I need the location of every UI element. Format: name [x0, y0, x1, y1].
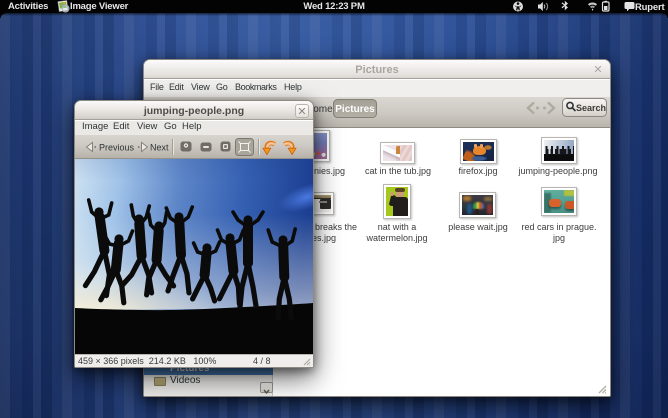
svg-text:Rupert: Rupert	[635, 2, 665, 13]
svg-text:Next: Next	[150, 143, 169, 153]
svg-text:Search: Search	[576, 103, 606, 113]
svg-text:Pictures: Pictures	[335, 104, 375, 115]
svg-text:Previous: Previous	[99, 143, 135, 153]
